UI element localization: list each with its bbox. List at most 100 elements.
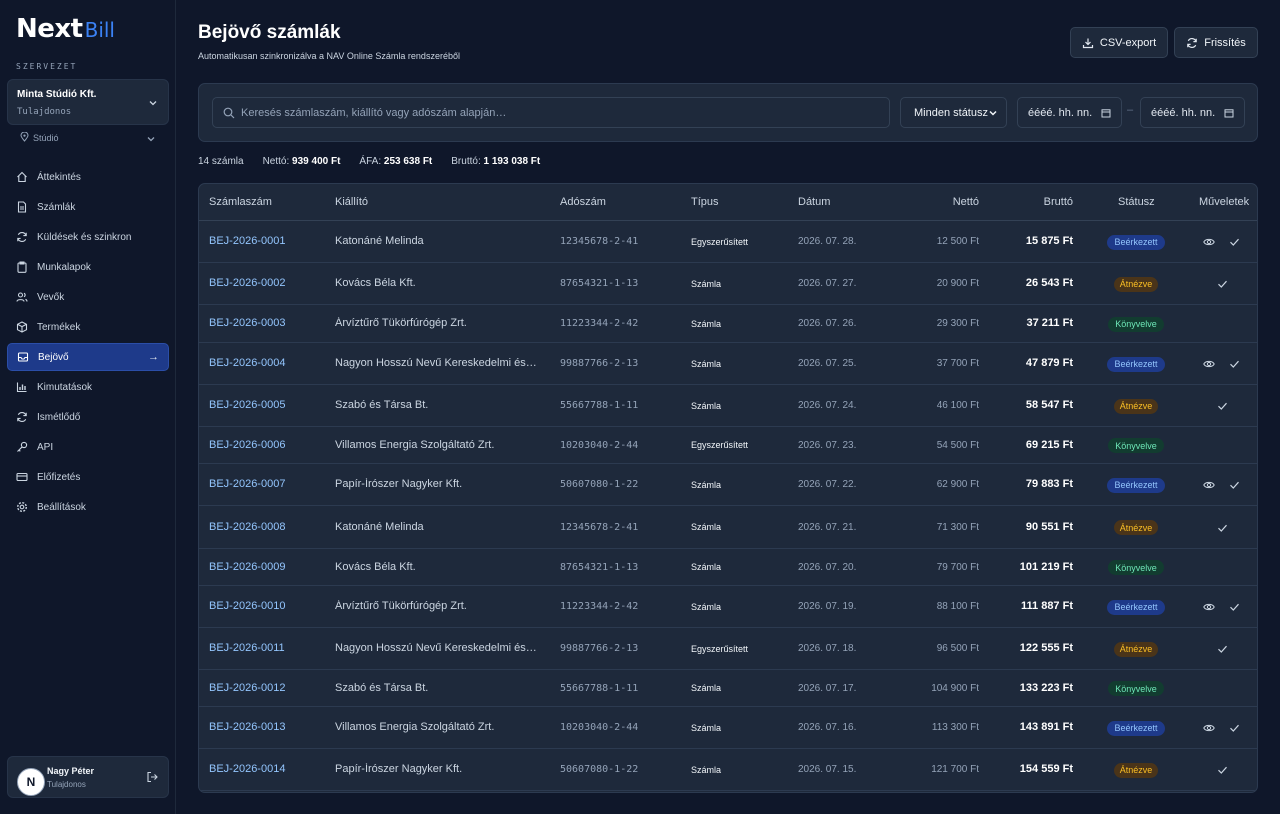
sidebar-item-6[interactable]: Bejövő → (7, 343, 169, 371)
check-icon[interactable] (1217, 628, 1228, 670)
check-icon[interactable] (1217, 749, 1228, 791)
invoice-number-link[interactable]: BEJ-2026-0003 (209, 317, 285, 329)
tax-number: 99887766-2-13 (560, 358, 639, 369)
col-date[interactable]: Dátum (798, 196, 830, 208)
check-icon[interactable] (1229, 221, 1240, 263)
invoice-date: 2026. 07. 17. (798, 682, 857, 694)
invoice-number-link[interactable]: BEJ-2026-0005 (209, 399, 285, 411)
invoice-number-link[interactable]: BEJ-2026-0014 (209, 763, 285, 775)
user-card[interactable]: N Nagy Péter Tulajdonos (7, 756, 169, 798)
col-invoice-number[interactable]: Számlaszám (209, 196, 272, 208)
view-icon[interactable] (1203, 464, 1215, 506)
status-select-value: Minden státusz (914, 106, 988, 119)
col-net[interactable]: Nettó (953, 196, 979, 208)
csv-export-label: CSV-export (1099, 36, 1157, 49)
table-row[interactable]: BEJ-2026-0006 Villamos Energia Szolgálta… (199, 427, 1257, 464)
col-issuer[interactable]: Kiállító (335, 196, 368, 208)
invoice-number-link[interactable]: BEJ-2026-0010 (209, 600, 285, 612)
user-name: Nagy Péter (47, 766, 95, 776)
sync-icon (16, 231, 28, 243)
table-row[interactable]: BEJ-2026-0003 Árvíztűrő Tükörfúrógép Zrt… (199, 305, 1257, 343)
sidebar-item-3[interactable]: Munkalapok (7, 253, 169, 281)
calendar-icon[interactable] (1224, 108, 1234, 121)
table-row[interactable]: BEJ-2026-0009 Kovács Béla Kft. 87654321-… (199, 549, 1257, 586)
issuer-name: Nagyon Hosszú Nevű Kereskedelmi és Szolg… (335, 357, 538, 370)
main-content: Bejövő számlák Automatikusan szinkronizá… (177, 0, 1280, 814)
invoice-number-link[interactable]: BEJ-2026-0007 (209, 478, 285, 490)
status-badge: Átnézve (1114, 641, 1158, 657)
check-icon[interactable] (1217, 506, 1228, 549)
sidebar-item-1[interactable]: Számlák (7, 193, 169, 221)
col-tax-number[interactable]: Adószám (560, 196, 606, 208)
sidebar-item-11[interactable]: Beállítások (7, 493, 169, 521)
table-row[interactable]: BEJ-2026-0005 Szabó és Társa Bt. 5566778… (199, 385, 1257, 427)
invoice-number-link[interactable]: BEJ-2026-0011 (209, 642, 285, 654)
org-switcher[interactable]: Minta Stúdió Kft. Tulajdonos (7, 79, 169, 125)
invoice-number-link[interactable]: BEJ-2026-0009 (209, 561, 285, 573)
table-row[interactable]: BEJ-2026-0014 Papír-Írószer Nagyker Kft.… (199, 749, 1257, 791)
sidebar-item-0[interactable]: Áttekintés (7, 163, 169, 191)
sidebar-item-5[interactable]: Termékek (7, 313, 169, 341)
issuer-name: Kovács Béla Kft. (335, 277, 416, 290)
tax-number: 12345678-2-41 (560, 236, 639, 247)
status-select[interactable]: Minden státusz (900, 97, 1007, 128)
invoice-number-link[interactable]: BEJ-2026-0013 (209, 721, 285, 733)
view-icon[interactable] (1203, 221, 1215, 263)
check-icon[interactable] (1217, 263, 1228, 305)
invoice-number-link[interactable]: BEJ-2026-0008 (209, 521, 285, 533)
calendar-icon[interactable] (1101, 108, 1111, 121)
invoice-number-link[interactable]: BEJ-2026-0001 (209, 235, 285, 247)
invoice-number-link[interactable]: BEJ-2026-0006 (209, 439, 285, 451)
sidebar-item-10[interactable]: Előfizetés (7, 463, 169, 491)
invoice-type: Számla (691, 278, 722, 289)
view-icon[interactable] (1203, 343, 1215, 385)
invoice-number-link[interactable]: BEJ-2026-0002 (209, 277, 285, 289)
table-row[interactable]: BEJ-2026-0011 Nagyon Hosszú Nevű Kereske… (199, 628, 1257, 670)
sidebar-item-9[interactable]: API (7, 433, 169, 461)
search-input[interactable] (241, 98, 881, 127)
col-type[interactable]: Típus (691, 196, 719, 208)
issuer-name: Árvíztűrő Tükörfúrógép Zrt. (335, 600, 467, 613)
sidebar-item-7[interactable]: Kimutatások (7, 373, 169, 401)
brand-logo[interactable]: Next Bill (16, 14, 115, 44)
check-icon[interactable] (1229, 586, 1240, 628)
net-amount: 96 500 Ft (936, 643, 979, 654)
net-amount: 62 900 Ft (936, 479, 979, 490)
date-from-input[interactable]: éééé. hh. nn. (1017, 97, 1122, 128)
invoice-type: Egyszerűsített (691, 440, 749, 451)
table-row[interactable]: BEJ-2026-0008 Katonáné Melinda 12345678-… (199, 506, 1257, 549)
col-gross[interactable]: Bruttó (1044, 196, 1073, 208)
invoice-type: Egyszerűsített (691, 236, 749, 247)
table-row[interactable]: BEJ-2026-0010 Árvíztűrő Tükörfúrógép Zrt… (199, 586, 1257, 628)
invoices-table: Számlaszám Kiállító Adószám Típus Dátum … (198, 183, 1258, 793)
gross-amount: 58 547 Ft (1025, 399, 1073, 412)
view-icon[interactable] (1203, 586, 1215, 628)
table-row[interactable]: BEJ-2026-0002 Kovács Béla Kft. 87654321-… (199, 263, 1257, 305)
invoice-number-link[interactable]: BEJ-2026-0004 (209, 357, 285, 369)
check-icon[interactable] (1217, 385, 1228, 427)
date-from-value: éééé. hh. nn. (1028, 106, 1093, 119)
check-icon[interactable] (1229, 343, 1240, 385)
table-row[interactable]: BEJ-2026-0004 Nagyon Hosszú Nevű Kereske… (199, 343, 1257, 385)
view-icon[interactable] (1203, 707, 1215, 749)
refresh-button[interactable]: Frissítés (1174, 27, 1258, 58)
invoice-number-link[interactable]: BEJ-2026-0012 (209, 682, 285, 694)
table-row[interactable]: BEJ-2026-0012 Szabó és Társa Bt. 5566778… (199, 670, 1257, 707)
invoice-date: 2026. 07. 25. (798, 358, 857, 369)
table-row[interactable]: BEJ-2026-0007 Papír-Írószer Nagyker Kft.… (199, 464, 1257, 506)
studio-selector[interactable]: Stúdió (20, 131, 160, 145)
table-row[interactable]: BEJ-2026-0001 Katonáné Melinda 12345678-… (199, 221, 1257, 263)
key-icon (16, 441, 28, 453)
date-to-input[interactable]: éééé. hh. nn. (1140, 97, 1245, 128)
sidebar-item-8[interactable]: Ismétlődő (7, 403, 169, 431)
check-icon[interactable] (1229, 707, 1240, 749)
col-status[interactable]: Státusz (1118, 196, 1155, 208)
sidebar: Next Bill SZERVEZET Minta Stúdió Kft. Tu… (0, 0, 176, 814)
table-row[interactable]: BEJ-2026-0013 Villamos Energia Szolgálta… (199, 707, 1257, 749)
sidebar-item-2[interactable]: Küldések és szinkron (7, 223, 169, 251)
sidebar-item-4[interactable]: Vevők (7, 283, 169, 311)
users-icon (16, 291, 28, 303)
csv-export-button[interactable]: CSV-export (1070, 27, 1168, 58)
logout-icon[interactable] (146, 771, 158, 786)
check-icon[interactable] (1229, 464, 1240, 506)
